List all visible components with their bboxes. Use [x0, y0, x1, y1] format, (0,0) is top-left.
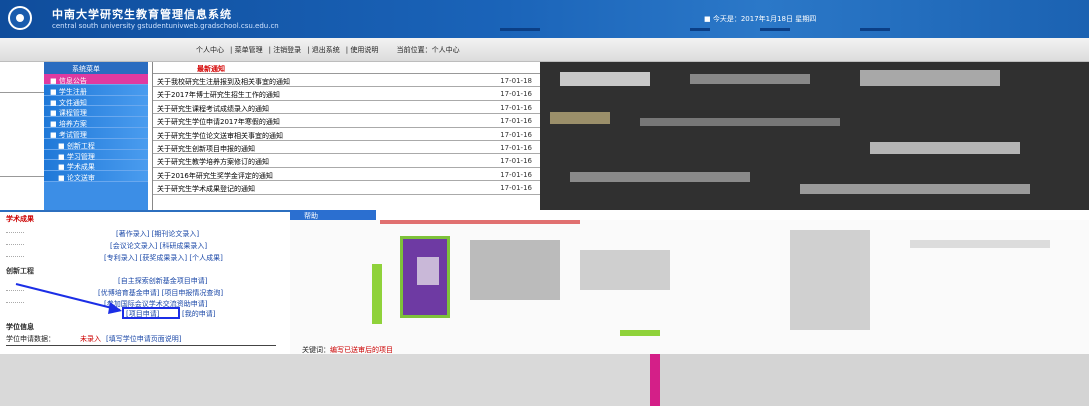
news-date: 17-01-16 [500, 130, 532, 139]
news-row[interactable]: 关于研究生教学培养方案修订的通知 17-01-16 [153, 154, 540, 168]
menu-item-notice[interactable]: ■ 信息公告 [44, 74, 148, 85]
top-toolbar: 个人中心 | 菜单管理 | 注销登录 | 退出系统 | 使用说明 当前位置：个人中心 [0, 38, 1089, 62]
student-photo [400, 236, 450, 318]
news-date: 17-01-16 [500, 90, 532, 99]
degree-label: 学位申请数据： [6, 335, 55, 343]
sidebar-menu: 系统菜单 ■ 信息公告 ■ 学生注册 ■ 文件通知 ■ 课程管理 ■ 培养方案 … [44, 62, 148, 210]
news-text[interactable]: 关于研究生学位论文送审相关事宜的通知 [157, 132, 283, 140]
toolbar-help[interactable]: 使用说明 [350, 46, 378, 54]
news-title: 最新通知 [153, 62, 540, 74]
menu-item-exam[interactable]: ■ 考试管理 [44, 127, 148, 139]
news-text[interactable]: 关于研究生课程考试成绩录入的通知 [157, 105, 269, 113]
university-logo-icon [8, 6, 32, 30]
divider [0, 176, 44, 177]
news-text[interactable]: 关于2016年研究生奖学金评定的通知 [157, 172, 273, 180]
news-date: 17-01-16 [500, 184, 532, 193]
toolbar-logout[interactable]: 注销登录 [273, 46, 301, 54]
decor-strip [372, 264, 382, 324]
arrow-icon [15, 283, 122, 314]
news-row[interactable]: 关于2016年研究生奖学金评定的通知 17-01-16 [153, 168, 540, 182]
blurred-block [470, 240, 560, 300]
toolbar-menu-manage[interactable]: 菜单管理 [235, 46, 263, 54]
news-text[interactable]: 关于研究生学位申请2017年寒假的通知 [157, 118, 280, 126]
news-date: 17-01-16 [500, 170, 532, 179]
news-text[interactable]: 关于研究生创新项目申报的通知 [157, 145, 255, 153]
blurred-block [690, 74, 810, 84]
blurred-block [870, 142, 1020, 154]
keyword-label: 关键词： [302, 346, 330, 354]
menu-item-innovation[interactable]: ■ 创新工程 [44, 138, 148, 150]
news-date: 17-01-16 [500, 157, 532, 166]
menu-item-register[interactable]: ■ 学生注册 [44, 84, 148, 96]
news-date: 17-01-16 [500, 103, 532, 112]
footer-left [0, 354, 650, 406]
section-innovation: 创新工程 [6, 267, 34, 275]
divider [6, 256, 24, 257]
link-my-apply[interactable]: [我的申请] [182, 309, 215, 319]
news-row[interactable]: 关于研究生课程考试成绩录入的通知 17-01-16 [153, 101, 540, 115]
header-decor [690, 28, 710, 31]
menu-item-plan[interactable]: ■ 培养方案 [44, 117, 148, 128]
today-date: ■ 今天是：2017年1月18日 星期四 [704, 15, 817, 23]
news-date: 17-01-18 [500, 77, 532, 85]
blurred-block [380, 220, 580, 224]
news-text[interactable]: 关于我校研究生注册报到及相关事宜的通知 [157, 78, 290, 86]
blurred-block [640, 118, 840, 126]
toolbar-personal-center[interactable]: 个人中心 [196, 46, 224, 54]
help-title: 帮助 [290, 210, 376, 220]
news-row[interactable]: 关于研究生创新项目申报的通知 17-01-16 [153, 141, 540, 155]
blurred-block [910, 240, 1050, 248]
menu-item-files[interactable]: ■ 文件通知 [44, 95, 148, 107]
blurred-block [800, 184, 1030, 194]
divider [6, 345, 276, 346]
footer [0, 354, 1089, 406]
app-header: 中南大学研究生教育管理信息系统 central south university… [0, 0, 1089, 38]
section-academic: 学术成果 [6, 215, 34, 223]
link-academic-1[interactable]: [著作录入] [期刊论文录入] [116, 229, 199, 239]
header-decor [860, 28, 890, 31]
news-text[interactable]: 关于研究生学术成果登记的通知 [157, 185, 255, 193]
blurred-block [560, 72, 650, 86]
menu-item-thesis[interactable]: ■ 论文送审 [44, 171, 148, 182]
news-row[interactable]: 关于研究生学位论文送审相关事宜的通知 17-01-16 [153, 128, 540, 141]
decor-bar [650, 354, 660, 406]
news-row[interactable]: 关于研究生学术成果登记的通知 17-01-16 [153, 181, 540, 195]
keyword-value: 编写已送审后的项目 [330, 346, 393, 354]
blurred-block [580, 250, 670, 290]
blurred-block [860, 70, 1000, 86]
blurred-region [540, 62, 1089, 210]
degree-help-link[interactable]: [填写学位申请页面说明] [106, 334, 181, 344]
avatar [417, 257, 439, 285]
news-text[interactable]: 关于2017年博士研究生招生工作的通知 [157, 91, 280, 99]
divider [0, 92, 44, 93]
current-position: 当前位置：个人中心 [396, 46, 460, 54]
divider [6, 244, 24, 245]
system-title: 中南大学研究生教育管理信息系统 [52, 8, 232, 21]
blurred-block [570, 172, 750, 182]
news-row[interactable]: 关于2017年博士研究生招生工作的通知 17-01-16 [153, 87, 540, 101]
toolbar-nav: 个人中心 | 菜单管理 | 注销登录 | 退出系统 | 使用说明 当前位置：个人中心 [196, 46, 460, 54]
decor-strip [620, 330, 660, 336]
system-subtitle: central south university gstudentunivweb… [52, 22, 279, 30]
news-panel: 最新通知 关于我校研究生注册报到及相关事宜的通知 17-01-18 关于2017年… [152, 62, 540, 210]
menu-title: 系统菜单 [44, 62, 148, 74]
news-row[interactable]: 关于我校研究生注册报到及相关事宜的通知 17-01-18 [153, 74, 540, 88]
degree-value: 未录入 [80, 335, 101, 343]
header-decor [500, 28, 540, 31]
news-date: 17-01-16 [500, 143, 532, 152]
blurred-block [550, 112, 610, 124]
toolbar-exit[interactable]: 退出系统 [312, 46, 340, 54]
news-row[interactable]: 关于研究生学位申请2017年寒假的通知 17-01-16 [153, 114, 540, 128]
menu-item-course[interactable]: ■ 课程管理 [44, 106, 148, 117]
news-text[interactable]: 关于研究生教学培养方案修订的通知 [157, 158, 269, 166]
menu-item-achievement[interactable]: ■ 学术成果 [44, 160, 148, 171]
menu-item-study[interactable]: ■ 学习管理 [44, 149, 148, 161]
blurred-block [790, 230, 870, 330]
header-decor [760, 28, 790, 31]
section-degree: 学位信息 [6, 323, 34, 331]
news-date: 17-01-16 [500, 117, 532, 126]
link-academic-2[interactable]: [会议论文录入] [科研成果录入] [110, 241, 207, 251]
link-academic-3[interactable]: [专利录入] [获奖成果录入] [个人成果] [104, 253, 223, 263]
divider [6, 232, 24, 233]
